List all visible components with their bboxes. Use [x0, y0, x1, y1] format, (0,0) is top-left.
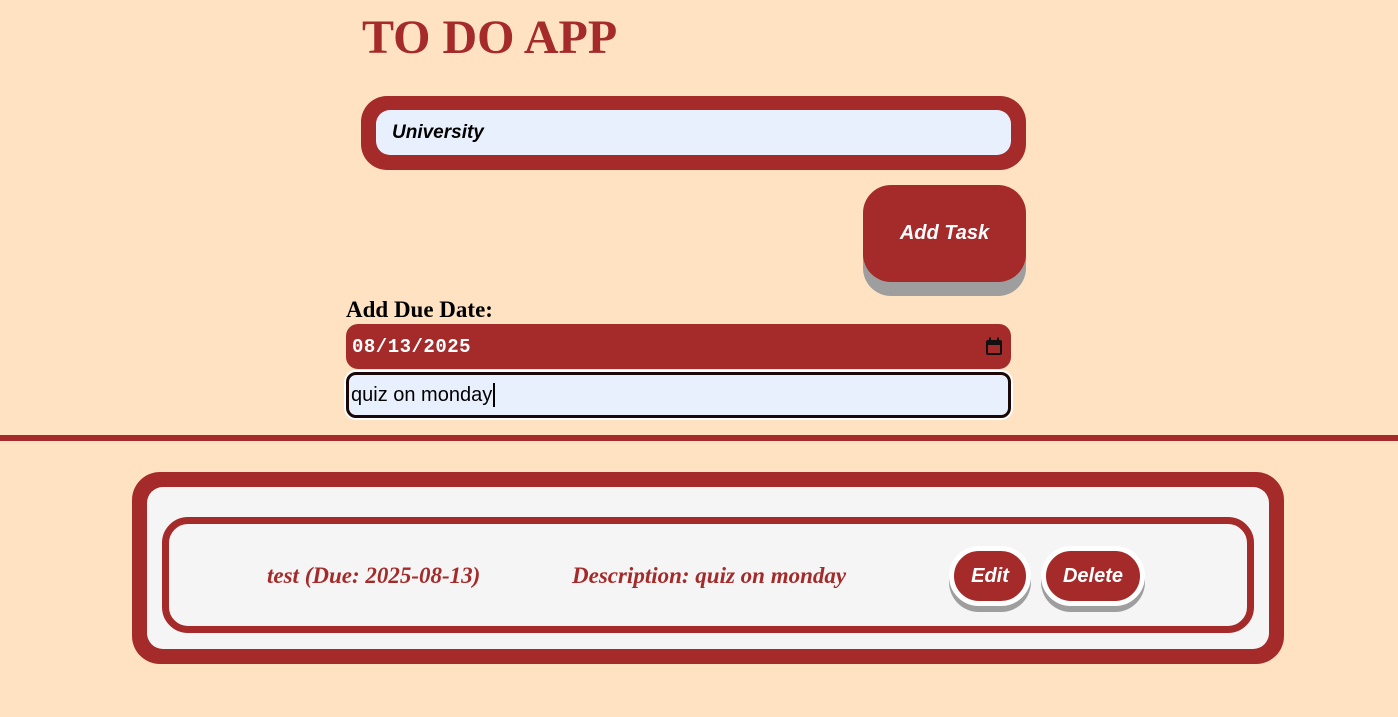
task-input[interactable]: University: [376, 110, 1011, 155]
delete-button[interactable]: Delete: [1041, 546, 1145, 606]
due-date-value: 08/13/2025: [352, 335, 472, 358]
task-list: test (Due: 2025-08-13) Description: quiz…: [147, 487, 1269, 649]
add-task-button[interactable]: Add Task: [863, 185, 1026, 282]
due-date-input[interactable]: 08/13/2025: [346, 324, 1011, 369]
calendar-icon[interactable]: [985, 337, 1003, 356]
task-description: Description: quiz on monday: [572, 563, 847, 588]
app-title: TO DO APP: [362, 11, 618, 64]
text-caret: [493, 383, 496, 407]
task-list-container: test (Due: 2025-08-13) Description: quiz…: [132, 472, 1284, 664]
description-input[interactable]: quiz on monday: [346, 372, 1011, 418]
edit-button[interactable]: Edit: [949, 546, 1031, 606]
task-item: test (Due: 2025-08-13) Description: quiz…: [162, 517, 1254, 633]
task-input-wrapper: University: [361, 96, 1026, 170]
description-value: quiz on monday: [351, 384, 493, 406]
due-date-label: Add Due Date:: [346, 297, 493, 322]
task-name-due: test (Due: 2025-08-13): [267, 563, 481, 588]
section-divider: [0, 435, 1398, 441]
